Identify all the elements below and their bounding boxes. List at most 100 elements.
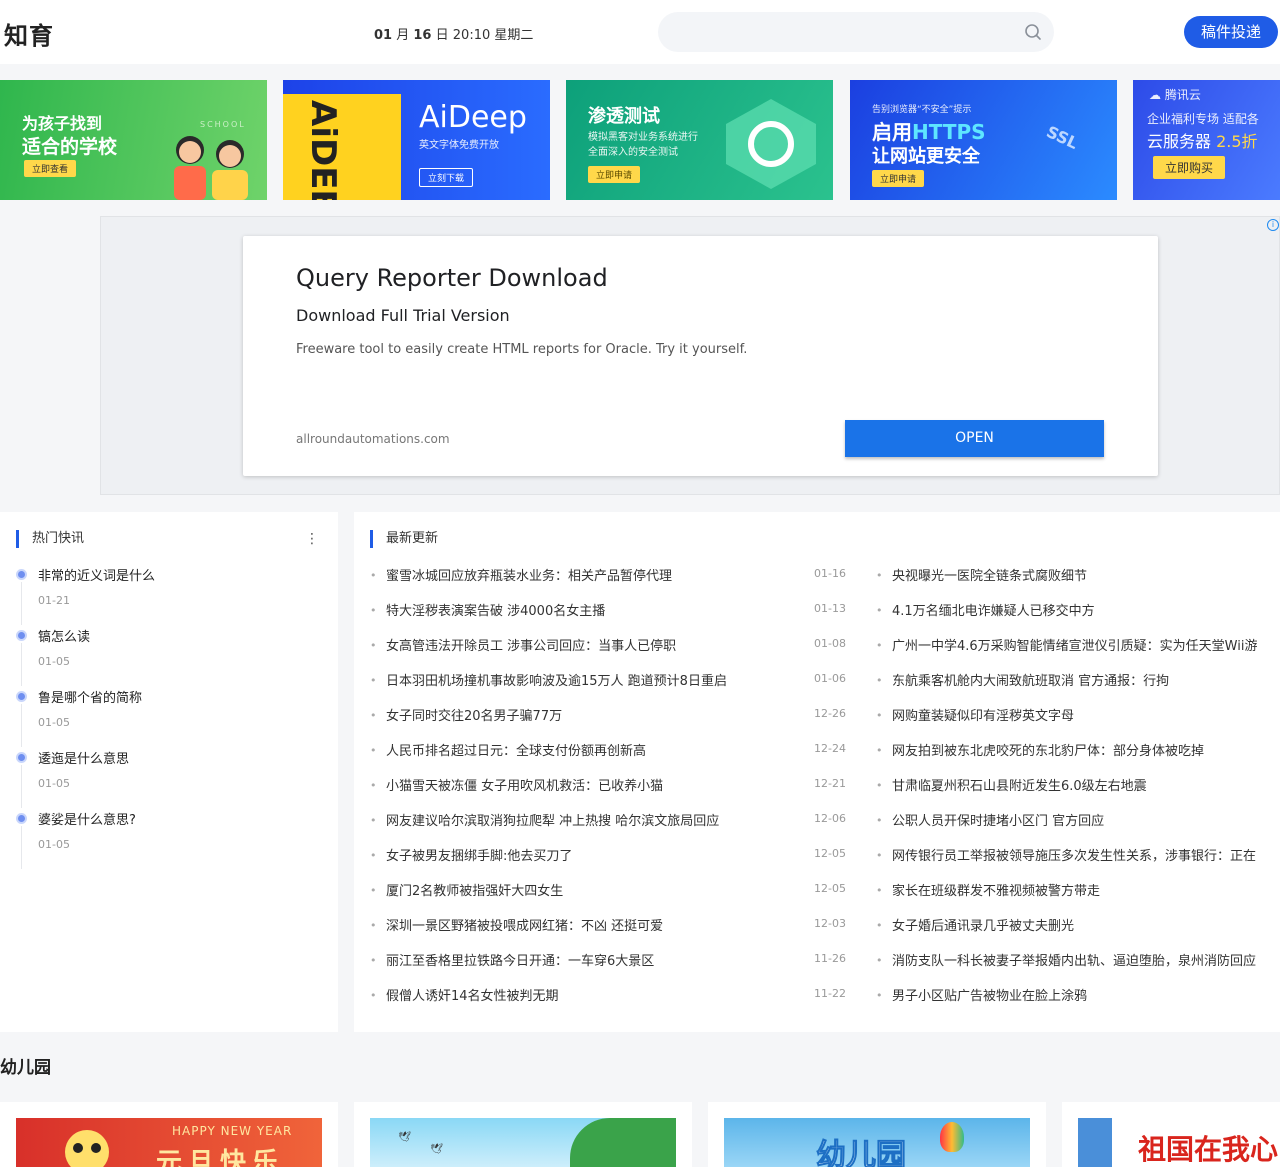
- news-date: 12-05: [814, 882, 846, 895]
- news-list-item[interactable]: • 网友拍到被东北虎咬死的东北豹尸体：部分身体被吃掉: [876, 739, 1280, 774]
- news-title-link[interactable]: 网传银行员工举报被领导施压多次发生性关系，涉事银行：正在: [892, 845, 1256, 864]
- bullet-icon: •: [370, 674, 377, 687]
- news-list-item[interactable]: • 小猫雪天被冻僵 女子用吹风机救活：已收养小猫 12-21: [370, 774, 860, 809]
- kindergarten-card[interactable]: 祖国在我心: [1062, 1102, 1280, 1167]
- news-list-item[interactable]: • 4.1万名缅北电诈嫌疑人已移交中方: [876, 599, 1280, 634]
- news-list-item[interactable]: • 蜜雪冰城回应放弃瓶装水业务：相关产品暂停代理 01-16: [370, 564, 860, 599]
- news-title-link[interactable]: 家长在班级群发不雅视频被警方带走: [892, 880, 1100, 899]
- hot-news-item[interactable]: 镐怎么读 01-05: [16, 625, 326, 686]
- news-title-link[interactable]: 甘肃临夏州积石山县附近发生6.0级左右地震: [892, 775, 1147, 794]
- banner-pentest[interactable]: 渗透测试 模拟黑客对业务系统进行 全面深入的安全测试 立即申请: [566, 80, 833, 200]
- news-title-link[interactable]: 网友拍到被东北虎咬死的东北豹尸体：部分身体被吃掉: [892, 740, 1204, 759]
- hot-news-title[interactable]: 镐怎么读: [38, 626, 90, 645]
- pentest-apply-button[interactable]: 立即申请: [588, 166, 641, 183]
- news-list-item[interactable]: • 网友建议哈尔滨取消狗拉爬犁 冲上热搜 哈尔滨文旅局回应 12-06: [370, 809, 860, 844]
- news-list-item[interactable]: • 东航乘客机舱内大闹致航班取消 官方通报：行拘: [876, 669, 1280, 704]
- kindergarten-card-image[interactable]: HAPPY NEW YEAR 元旦快乐: [16, 1118, 322, 1167]
- kindergarten-card[interactable]: 🕊 🕊: [354, 1102, 692, 1167]
- https-apply-button[interactable]: 立即申请: [872, 170, 925, 187]
- hot-news-item[interactable]: 逶迤是什么意思 01-05: [16, 747, 326, 808]
- news-list-item[interactable]: • 女高管违法开除员工 涉事公司回应：当事人已停职 01-08: [370, 634, 860, 669]
- bullet-icon: •: [876, 639, 883, 652]
- news-list-item[interactable]: • 女子同时交往20名男子骗77万 12-26: [370, 704, 860, 739]
- news-title-link[interactable]: 东航乘客机舱内大闹致航班取消 官方通报：行拘: [892, 670, 1169, 689]
- news-list-item[interactable]: • 女子被男友捆绑手脚:他去买刀了 12-05: [370, 844, 860, 879]
- news-list-item[interactable]: • 厦门2名教师被指强奸大四女生 12-05: [370, 879, 860, 914]
- news-title-link[interactable]: 公职人员开保时捷堵小区门 官方回应: [892, 810, 1104, 829]
- news-list-item[interactable]: • 广州一中学4.6万采购智能情绪宣泄仪引质疑：实为任天堂Wii游: [876, 634, 1280, 669]
- news-title-link[interactable]: 女子被男友捆绑手脚:他去买刀了: [386, 845, 572, 864]
- aideep-download-button[interactable]: 立刻下载: [419, 168, 474, 187]
- banner-school-line1: 为孩子找到: [22, 114, 103, 133]
- news-list-item[interactable]: • 特大淫秽表演案告破 涉4000名女主播 01-13: [370, 599, 860, 634]
- news-list-item[interactable]: • 网购童装疑似印有淫秽英文字母: [876, 704, 1280, 739]
- ad-info-icon[interactable]: i: [1267, 219, 1279, 231]
- hot-news-date: 01-05: [38, 655, 70, 668]
- ad-url[interactable]: allroundautomations.com: [296, 432, 450, 446]
- news-date: 12-03: [814, 917, 846, 930]
- news-title-link[interactable]: 厦门2名教师被指强奸大四女生: [386, 880, 563, 899]
- news-title-link[interactable]: 深圳一景区野猪被投喂成网红猪：不凶 还挺可爱: [386, 915, 663, 934]
- news-list-item[interactable]: • 家长在班级群发不雅视频被警方带走: [876, 879, 1280, 914]
- news-title-link[interactable]: 男子小区贴广告被物业在脸上涂鸦: [892, 985, 1087, 1004]
- news-title-link[interactable]: 人民币排名超过日元：全球支付份额再创新高: [386, 740, 646, 759]
- cloud-icon: ☁: [1149, 88, 1161, 102]
- site-header: 知育 01 月 16 日 20:10 星期二 稿件投递: [0, 0, 1280, 64]
- news-title-link[interactable]: 女子同时交往20名男子骗77万: [386, 705, 562, 724]
- news-list-item[interactable]: • 人民币排名超过日元：全球支付份额再创新高 12-24: [370, 739, 860, 774]
- news-title-link[interactable]: 广州一中学4.6万采购智能情绪宣泄仪引质疑：实为任天堂Wii游: [892, 635, 1257, 654]
- news-list-item[interactable]: • 丽江至香格里拉铁路今日开通：一车穿6大景区 11-26: [370, 949, 860, 984]
- banner-school[interactable]: 为孩子找到 适合的学校 立即查看 SCHOOL: [0, 80, 267, 200]
- ad-card[interactable]: Query Reporter Download Download Full Tr…: [243, 236, 1158, 476]
- hot-news-title[interactable]: 非常的近义词是什么: [38, 565, 155, 584]
- ad-title[interactable]: Query Reporter Download: [296, 264, 608, 292]
- search-icon[interactable]: [1024, 23, 1042, 41]
- site-logo[interactable]: 知育: [4, 16, 54, 51]
- banner-row: 为孩子找到 适合的学校 立即查看 SCHOOL AiDEEP AiDeep 英文…: [0, 80, 1280, 200]
- hot-news-title[interactable]: 婆娑是什么意思?: [38, 809, 136, 828]
- hot-news-title[interactable]: 鲁是哪个省的简称: [38, 687, 142, 706]
- kindergarten-card-image[interactable]: 幼儿园: [724, 1118, 1030, 1167]
- news-list-item[interactable]: • 女子婚后通讯录几乎被丈夫删光: [876, 914, 1280, 949]
- banner-https[interactable]: 告别浏览器“不安全”提示 启用HTTPS 让网站更安全 立即申请 SSL: [850, 80, 1117, 200]
- news-title-link[interactable]: 假僧人诱奸14名女性被判无期: [386, 985, 559, 1004]
- news-list-item[interactable]: • 日本羽田机场撞机事故影响波及逾15万人 跑道预计8日重启 01-06: [370, 669, 860, 704]
- news-title-link[interactable]: 小猫雪天被冻僵 女子用吹风机救活：已收养小猫: [386, 775, 663, 794]
- news-list-item[interactable]: • 假僧人诱奸14名女性被判无期 11-22: [370, 984, 860, 1019]
- news-title-link[interactable]: 消防支队一科长被妻子举报婚内出轨、逼迫堕胎，泉州消防回应: [892, 950, 1256, 969]
- ad-open-button[interactable]: OPEN: [845, 420, 1104, 457]
- banner-aideep[interactable]: AiDEEP AiDeep 英文字体免费开放 立刻下载: [283, 80, 550, 200]
- news-list-item[interactable]: • 消防支队一科长被妻子举报婚内出轨、逼迫堕胎，泉州消防回应: [876, 949, 1280, 984]
- news-list-item[interactable]: • 央视曝光一医院全链条式腐败细节: [876, 564, 1280, 599]
- kindergarten-card[interactable]: HAPPY NEW YEAR 元旦快乐: [0, 1102, 338, 1167]
- hot-news-title[interactable]: 逶迤是什么意思: [38, 748, 129, 767]
- news-list-item[interactable]: • 男子小区贴广告被物业在脸上涂鸦: [876, 984, 1280, 1019]
- news-title-link[interactable]: 网购童装疑似印有淫秽英文字母: [892, 705, 1074, 724]
- submit-article-button[interactable]: 稿件投递: [1184, 16, 1278, 48]
- kindergarten-card[interactable]: 幼儿园: [708, 1102, 1046, 1167]
- news-title-link[interactable]: 日本羽田机场撞机事故影响波及逾15万人 跑道预计8日重启: [386, 670, 727, 689]
- news-title-link[interactable]: 蜜雪冰城回应放弃瓶装水业务：相关产品暂停代理: [386, 565, 672, 584]
- hot-news-item[interactable]: 婆娑是什么意思? 01-05: [16, 808, 326, 869]
- banner-tencent-cloud[interactable]: ☁ 腾讯云 企业福利专场 适配各 云服务器 2.5折 立即购买: [1133, 80, 1280, 200]
- news-title-link[interactable]: 女高管违法开除员工 涉事公司回应：当事人已停职: [386, 635, 676, 654]
- hot-news-item[interactable]: 非常的近义词是什么 01-21: [16, 564, 326, 625]
- news-title-link[interactable]: 央视曝光一医院全链条式腐败细节: [892, 565, 1087, 584]
- news-title-link[interactable]: 特大淫秽表演案告破 涉4000名女主播: [386, 600, 605, 619]
- news-title-link[interactable]: 4.1万名缅北电诈嫌疑人已移交中方: [892, 600, 1095, 619]
- news-list-item[interactable]: • 公职人员开保时捷堵小区门 官方回应: [876, 809, 1280, 844]
- search-input[interactable]: [658, 12, 998, 52]
- kindergarten-card-image[interactable]: 祖国在我心: [1078, 1118, 1280, 1167]
- news-list-item[interactable]: • 网传银行员工举报被领导施压多次发生性关系，涉事银行：正在: [876, 844, 1280, 879]
- bullet-icon: •: [876, 849, 883, 862]
- news-list-item[interactable]: • 深圳一景区野猪被投喂成网红猪：不凶 还挺可爱 12-03: [370, 914, 860, 949]
- news-list-item[interactable]: • 甘肃临夏州积石山县附近发生6.0级左右地震: [876, 774, 1280, 809]
- kindergarten-card-image[interactable]: 🕊 🕊: [370, 1118, 676, 1167]
- news-title-link[interactable]: 网友建议哈尔滨取消狗拉爬犁 冲上热搜 哈尔滨文旅局回应: [386, 810, 719, 829]
- news-title-link[interactable]: 女子婚后通讯录几乎被丈夫删光: [892, 915, 1074, 934]
- news-title-link[interactable]: 丽江至香格里拉铁路今日开通：一车穿6大景区: [386, 950, 654, 969]
- banner-school-button[interactable]: 立即查看: [24, 160, 77, 177]
- more-vertical-icon[interactable]: ⋮: [305, 530, 319, 548]
- tencent-buy-button[interactable]: 立即购买: [1153, 156, 1226, 179]
- hot-news-item[interactable]: 鲁是哪个省的简称 01-05: [16, 686, 326, 747]
